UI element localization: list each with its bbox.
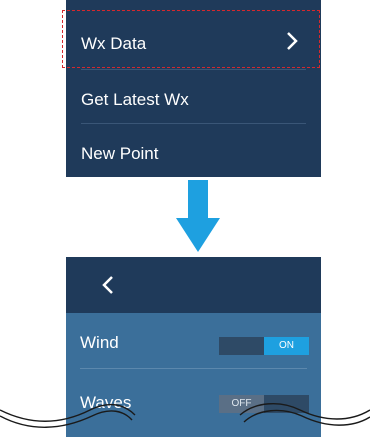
chevron-left-icon[interactable] — [101, 273, 115, 297]
menu-item-label: New Point — [81, 144, 159, 163]
divider — [80, 368, 307, 369]
break-lines — [0, 402, 370, 428]
down-arrow-icon — [176, 180, 220, 252]
panel-header — [66, 257, 321, 313]
menu-item-get-latest-wx[interactable]: Get Latest Wx — [66, 70, 321, 122]
wind-toggle[interactable]: ON — [219, 337, 309, 355]
menu-item-label: Get Latest Wx — [81, 90, 189, 109]
highlight-box — [62, 10, 320, 68]
wind-label: Wind — [80, 333, 119, 352]
toggle-state: ON — [264, 337, 309, 355]
menu-item-new-point[interactable]: New Point — [66, 124, 321, 177]
